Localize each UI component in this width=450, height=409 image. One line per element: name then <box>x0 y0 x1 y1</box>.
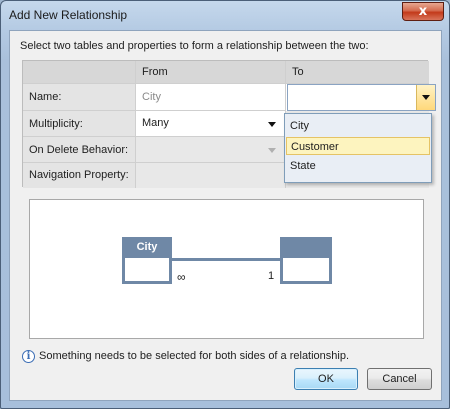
navigation-label: Navigation Property: <box>29 169 129 181</box>
left-entity-body <box>125 258 169 281</box>
to-name-dropdown-button[interactable] <box>416 85 435 110</box>
dropdown-option[interactable]: State <box>286 157 430 175</box>
from-column-header: From <box>136 61 286 84</box>
chevron-down-icon <box>422 95 430 100</box>
from-multiplicity-value: Many <box>142 117 169 129</box>
from-on-delete-select[interactable] <box>136 137 286 163</box>
from-multiplicity-select[interactable]: Many <box>136 111 286 137</box>
from-header-label: From <box>142 66 168 78</box>
on-delete-label: On Delete Behavior: <box>29 144 129 156</box>
dialog-content: Select two tables and properties to form… <box>9 30 442 401</box>
dropdown-option-highlighted[interactable]: Customer <box>286 137 430 155</box>
to-name-dropdown[interactable] <box>287 84 436 111</box>
name-row-label: Name: <box>23 84 136 111</box>
right-entity-box <box>280 237 332 284</box>
from-navigation-cell <box>136 163 286 188</box>
name-label: Name: <box>29 91 62 103</box>
close-button[interactable]: x <box>402 2 444 21</box>
right-entity-body <box>283 258 329 281</box>
on-delete-row-label: On Delete Behavior: <box>23 137 136 163</box>
dialog-title: Add New Relationship <box>9 8 128 22</box>
cancel-button[interactable]: Cancel <box>367 368 432 390</box>
navigation-row-label: Navigation Property: <box>23 163 136 188</box>
left-entity-box: City <box>122 237 172 284</box>
right-multiplicity: 1 <box>268 270 275 282</box>
grid-corner-header <box>23 61 136 84</box>
to-column-header: To <box>286 61 429 84</box>
relationship-diagram: City ∞ 1 <box>29 199 424 339</box>
to-header-label: To <box>292 66 304 78</box>
left-entity-title: City <box>136 241 158 253</box>
dialog-window: Add New Relationship x Select two tables… <box>0 0 450 409</box>
to-name-dropdown-list: City Customer State <box>284 113 432 183</box>
chevron-down-icon <box>268 122 276 127</box>
info-icon: i <box>22 350 35 363</box>
multiplicity-row-label: Multiplicity: <box>23 111 136 137</box>
dropdown-option[interactable]: City <box>286 117 430 135</box>
instructions-text: Select two tables and properties to form… <box>20 40 369 52</box>
title-bar: Add New Relationship x <box>1 1 449 29</box>
from-name-cell: City <box>136 84 286 111</box>
left-multiplicity: ∞ <box>177 270 186 284</box>
ok-button[interactable]: OK <box>294 368 358 390</box>
chevron-down-icon <box>268 148 276 153</box>
from-name-value: City <box>142 91 161 103</box>
relationship-line <box>172 258 280 261</box>
info-text: Something needs to be selected for both … <box>39 350 350 362</box>
multiplicity-label: Multiplicity: <box>29 118 83 130</box>
close-icon: x <box>418 4 428 19</box>
